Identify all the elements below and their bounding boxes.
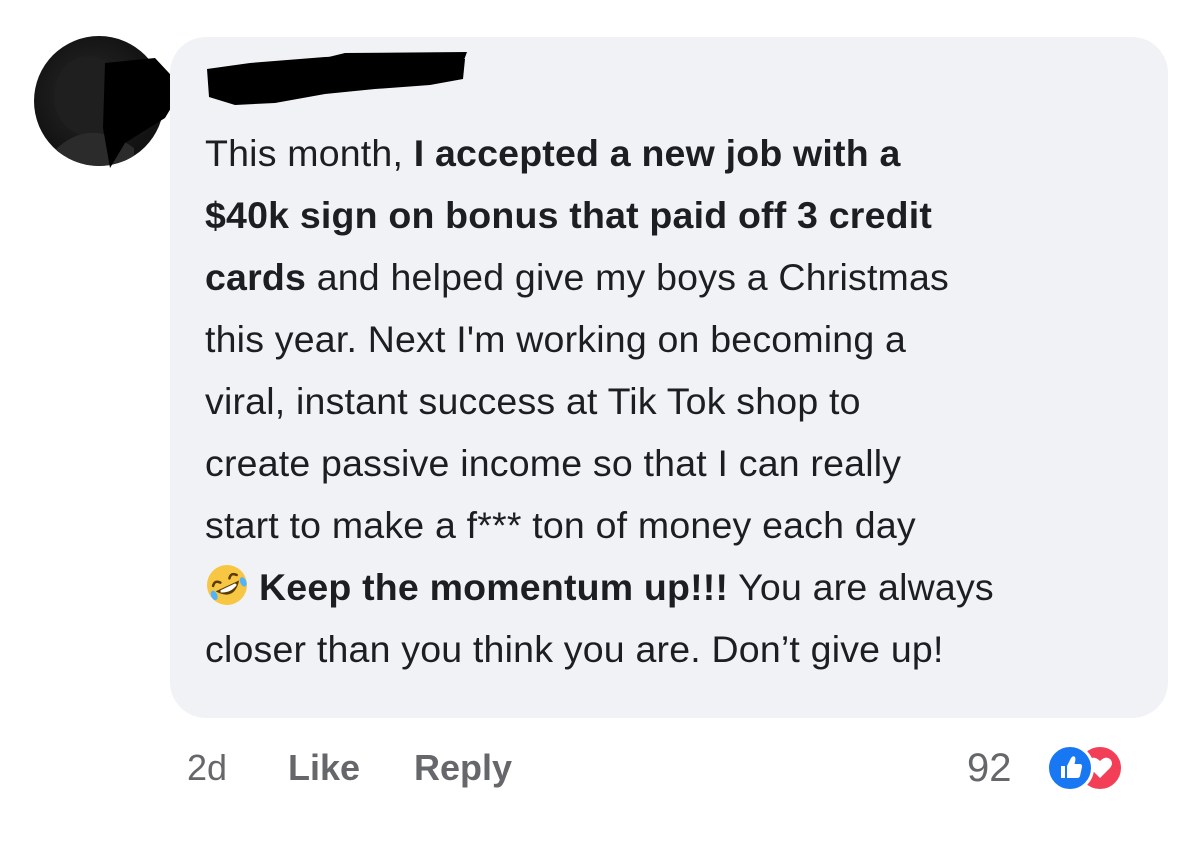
comment-line: $40k sign on bonus that paid off 3 credi… [205, 184, 1145, 246]
comment-text: and helped give my boys a Christmas [306, 256, 950, 298]
comment-bold-text: Keep the momentum up!!! [259, 566, 729, 608]
comment-line: This month, I accepted a new job with a [205, 122, 1145, 184]
comment-text: closer than you think you are. Don’t giv… [205, 628, 944, 670]
comment-line: this year. Next I'm working on becoming … [205, 308, 1145, 370]
comment-text: start to make a f*** ton of money each d… [205, 504, 916, 546]
comment-text: this year. Next I'm working on becoming … [205, 318, 907, 360]
like-reaction-icon [1046, 744, 1094, 792]
comment-timestamp[interactable]: 2d [187, 740, 227, 796]
reaction-summary[interactable]: 92 [962, 740, 1172, 796]
reaction-count: 92 [967, 746, 1012, 790]
comment-line: Keep the momentum up!!! You are always [205, 556, 1145, 618]
like-button[interactable]: Like [288, 740, 360, 796]
comment-text: This month, [205, 132, 414, 174]
reply-button[interactable]: Reply [414, 740, 512, 796]
comment-line: start to make a f*** ton of money each d… [205, 494, 1145, 556]
comment-bold-text: cards [205, 256, 307, 298]
comment-bold-text: I accepted a new job with a [413, 132, 901, 174]
comment-line: create passive income so that I can real… [205, 432, 1145, 494]
comment-line: cards and helped give my boys a Christma… [205, 246, 1145, 308]
comment-line: closer than you think you are. Don’t giv… [205, 618, 1145, 680]
comment-bold-text: $40k sign on bonus that paid off 3 credi… [205, 194, 933, 236]
comment-text: create passive income so that I can real… [205, 442, 902, 484]
rolling-on-floor-laughing-emoji [207, 565, 247, 605]
comment-screenshot: This month, I accepted a new job with a $… [0, 0, 1202, 843]
comment-body: This month, I accepted a new job with a $… [205, 122, 1145, 680]
comment-text: viral, instant success at Tik Tok shop t… [205, 380, 861, 422]
comment-text: You are always [728, 566, 994, 608]
author-name-redacted [207, 52, 467, 105]
comment-line: viral, instant success at Tik Tok shop t… [205, 370, 1145, 432]
